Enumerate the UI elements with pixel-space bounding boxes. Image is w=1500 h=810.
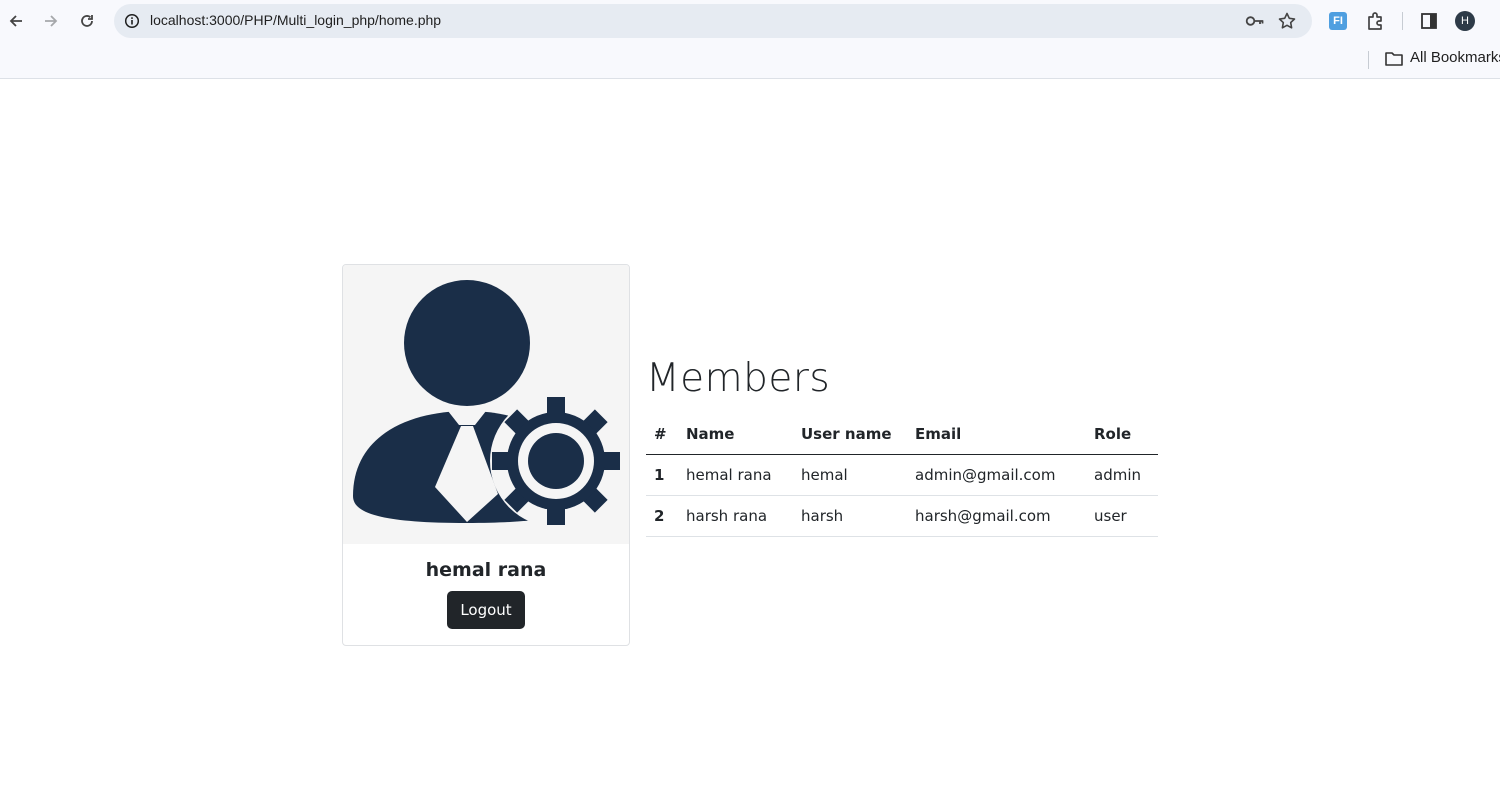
- col-index-header: #: [646, 414, 678, 455]
- reload-icon: [81, 15, 93, 27]
- members-table: # Name User name Email Role 1 hemal rana…: [646, 414, 1158, 537]
- table-row: 2 harsh rana harsh harsh@gmail.com user: [646, 495, 1158, 537]
- profile-card: hemal rana Logout: [342, 264, 630, 646]
- side-panel-icon[interactable]: [1418, 10, 1440, 32]
- user-display-name: hemal rana: [425, 559, 547, 581]
- forward-button[interactable]: [38, 8, 64, 34]
- back-button[interactable]: [3, 8, 29, 34]
- address-bar[interactable]: localhost:3000/PHP/Multi_login_php/home.…: [114, 4, 1312, 38]
- extension-fi-icon[interactable]: FI: [1329, 12, 1347, 30]
- members-heading: Members: [646, 356, 831, 401]
- bookmark-star-icon[interactable]: [1277, 11, 1297, 31]
- reload-button[interactable]: [74, 8, 100, 34]
- site-info-icon[interactable]: [122, 11, 142, 31]
- url-text[interactable]: localhost:3000/PHP/Multi_login_php/home.…: [150, 12, 441, 28]
- cell-email: admin@gmail.com: [907, 454, 1086, 496]
- cell-role: user: [1086, 495, 1158, 537]
- folder-icon: [1385, 52, 1403, 66]
- cell-role: admin: [1086, 454, 1158, 496]
- avatar-image: [343, 265, 629, 544]
- col-username-header: User name: [793, 414, 907, 455]
- bookmarks-divider: [1368, 51, 1369, 69]
- cell-email: harsh@gmail.com: [907, 495, 1086, 537]
- cell-name: harsh rana: [678, 495, 793, 537]
- password-key-icon[interactable]: [1245, 12, 1265, 30]
- cell-name: hemal rana: [678, 454, 793, 496]
- all-bookmarks-link[interactable]: All Bookmarks: [1410, 49, 1500, 66]
- profile-avatar[interactable]: H: [1455, 11, 1475, 31]
- col-email-header: Email: [907, 414, 1086, 455]
- user-admin-gear-icon: [353, 280, 622, 527]
- cell-username: harsh: [793, 495, 907, 537]
- cell-index: 2: [646, 495, 678, 537]
- extensions-puzzle-icon[interactable]: [1365, 10, 1387, 32]
- col-role-header: Role: [1086, 414, 1158, 455]
- table-row: 1 hemal rana hemal admin@gmail.com admin: [646, 454, 1158, 496]
- table-header-row: # Name User name Email Role: [646, 414, 1158, 455]
- cell-index: 1: [646, 454, 678, 496]
- arrow-right-icon: [45, 15, 58, 27]
- toolbar-divider: [1402, 12, 1403, 30]
- logout-button[interactable]: Logout: [447, 591, 525, 629]
- col-name-header: Name: [678, 414, 793, 455]
- arrow-left-icon: [9, 15, 22, 27]
- cell-username: hemal: [793, 454, 907, 496]
- bookmarks-bar: All Bookmarks: [0, 42, 1500, 79]
- browser-toolbar: localhost:3000/PHP/Multi_login_php/home.…: [0, 0, 1500, 42]
